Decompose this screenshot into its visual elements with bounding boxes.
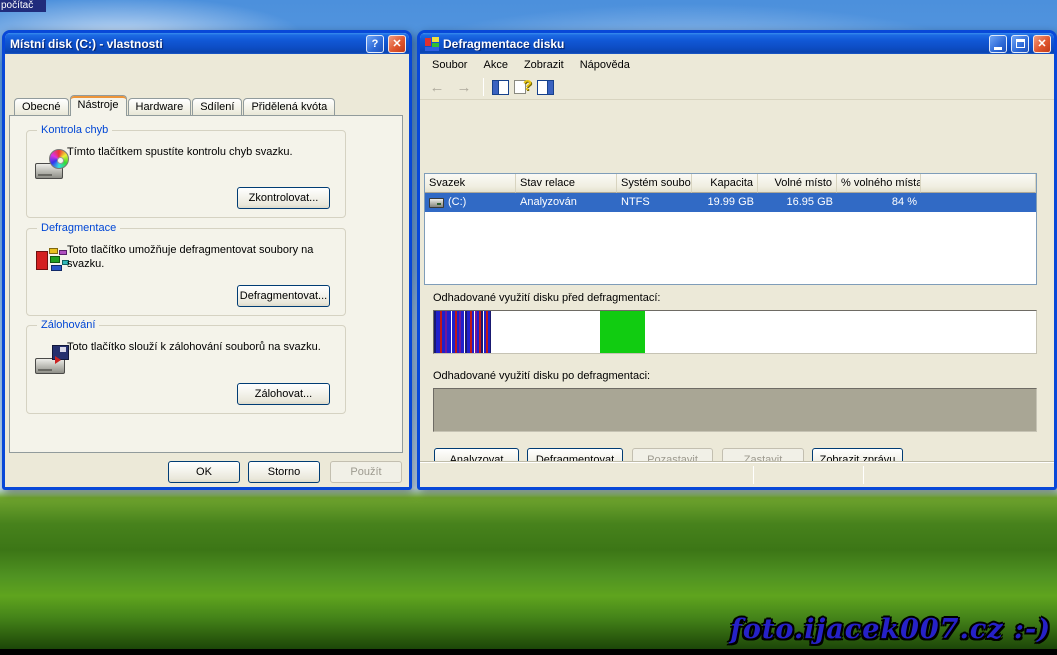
statusbar-divider xyxy=(753,466,754,484)
unmovable-block xyxy=(600,311,645,353)
tab-nastroje[interactable]: Nástroje xyxy=(70,95,127,116)
menubar: Soubor Akce Zobrazit Nápověda xyxy=(420,54,1054,75)
menu-akce[interactable]: Akce xyxy=(475,56,515,74)
col-svazek[interactable]: Svazek xyxy=(425,174,516,193)
listview-header: Svazek Stav relace Systém souborů Kapaci… xyxy=(425,174,1036,193)
tab-pridelena-kvota[interactable]: Přidělená kvóta xyxy=(243,98,335,116)
statusbar-divider xyxy=(863,466,864,484)
volume-listview: Svazek Stav relace Systém souborů Kapaci… xyxy=(424,173,1037,285)
tools-tab-page: Kontrola chyb Tímto tlačítkem spustíte k… xyxy=(9,115,403,453)
apply-button[interactable]: Použít xyxy=(330,461,402,483)
cell-status: Analyzován xyxy=(516,193,617,212)
toolbar-separator xyxy=(483,78,484,96)
properties-title: Místní disk (C:) - vlastnosti xyxy=(10,37,362,51)
close-button[interactable]: ✕ xyxy=(1033,35,1051,53)
col-pct-volneho-mista[interactable]: % volného místa xyxy=(837,174,921,193)
defrag-app-icon xyxy=(425,37,439,51)
defrag-icon xyxy=(35,247,71,279)
usage-bar-after xyxy=(433,388,1037,432)
usage-bar-before xyxy=(433,310,1037,354)
error-check-text: Tímto tlačítkem spustíte kontrolu chyb s… xyxy=(67,145,325,159)
back-icon[interactable]: ← xyxy=(426,79,448,96)
defragment-button[interactable]: Defragmentovat... xyxy=(237,285,330,307)
defrag-group: Defragmentace Toto tlačítko umožňuje def… xyxy=(26,228,346,316)
before-bar-label: Odhadované využití disku před defragment… xyxy=(433,292,660,304)
cell-pct-free: 84 % xyxy=(837,193,921,212)
cell-capacity: 19.99 GB xyxy=(692,193,758,212)
properties-titlebar[interactable]: Místní disk (C:) - vlastnosti ? ✕ xyxy=(5,33,409,54)
col-volne-misto[interactable]: Volné místo xyxy=(758,174,837,193)
error-check-group-title: Kontrola chyb xyxy=(37,124,112,136)
properties-dialog: Místní disk (C:) - vlastnosti ? ✕ Obecné… xyxy=(2,30,412,490)
dialog-footer: OK Storno Použít xyxy=(5,461,409,483)
defrag-text: Toto tlačítko umožňuje defragmentovat so… xyxy=(67,243,325,271)
defrag-group-title: Defragmentace xyxy=(37,222,120,234)
before-bar-stripes xyxy=(434,311,491,353)
forward-icon[interactable]: → xyxy=(453,79,475,96)
backup-group-title: Zálohování xyxy=(37,319,99,331)
defrag-window: Defragmentace disku ✕ Soubor Akce Zobraz… xyxy=(417,30,1057,490)
backup-text: Toto tlačítko slouží k zálohování soubor… xyxy=(67,340,325,354)
defrag-title: Defragmentace disku xyxy=(443,37,985,51)
tab-sdileni[interactable]: Sdílení xyxy=(192,98,242,116)
volume-row-c[interactable]: (C:) Analyzován NTFS 19.99 GB 16.95 GB 8… xyxy=(425,193,1036,212)
console-tree-icon[interactable] xyxy=(492,80,509,95)
backup-icon xyxy=(35,344,71,376)
check-now-button[interactable]: Zkontrolovat... xyxy=(237,187,330,209)
tab-obecne[interactable]: Obecné xyxy=(14,98,69,116)
backup-button[interactable]: Zálohovat... xyxy=(237,383,330,405)
col-filler xyxy=(921,174,1036,193)
statusbar xyxy=(420,461,1054,487)
toolbar-help-icon[interactable]: ? xyxy=(514,79,532,95)
error-check-group: Kontrola chyb Tímto tlačítkem spustíte k… xyxy=(26,130,346,218)
defrag-titlebar[interactable]: Defragmentace disku ✕ xyxy=(420,33,1054,54)
maximize-button[interactable] xyxy=(1011,35,1029,53)
desktop-icon-label-fragment: počítač xyxy=(0,0,46,12)
drive-icon xyxy=(429,198,444,208)
col-kapacita[interactable]: Kapacita xyxy=(692,174,758,193)
backup-group: Zálohování Toto tlačítko slouží k záloho… xyxy=(26,325,346,414)
tab-hardware[interactable]: Hardware xyxy=(128,98,192,116)
ok-button[interactable]: OK xyxy=(168,461,240,483)
disk-check-icon xyxy=(35,149,71,181)
minimize-button[interactable] xyxy=(989,35,1007,53)
menu-napoveda[interactable]: Nápověda xyxy=(572,56,638,74)
pane-right-icon[interactable] xyxy=(537,80,554,95)
desktop: počítač Místní disk (C:) - vlastnosti ? … xyxy=(0,0,1057,655)
menu-soubor[interactable]: Soubor xyxy=(424,56,475,74)
menu-zobrazit[interactable]: Zobrazit xyxy=(516,56,572,74)
close-button[interactable]: ✕ xyxy=(388,35,406,53)
cell-filesystem: NTFS xyxy=(617,193,692,212)
cell-freespace: 16.95 GB xyxy=(758,193,837,212)
col-system-souboru[interactable]: Systém souborů xyxy=(617,174,692,193)
watermark: foto.ijacek007.cz :-) xyxy=(730,614,1051,645)
cancel-button[interactable]: Storno xyxy=(248,461,320,483)
after-bar-label: Odhadované využití disku po defragmentac… xyxy=(433,370,650,382)
tab-strip: Obecné Nástroje Hardware Sdílení Přiděle… xyxy=(10,95,336,116)
bottom-black-strip xyxy=(0,649,1057,655)
col-stav-relace[interactable]: Stav relace xyxy=(516,174,617,193)
cell-volume: (C:) xyxy=(425,193,516,212)
toolbar: ← → ? xyxy=(420,75,1054,100)
help-button[interactable]: ? xyxy=(366,35,384,53)
